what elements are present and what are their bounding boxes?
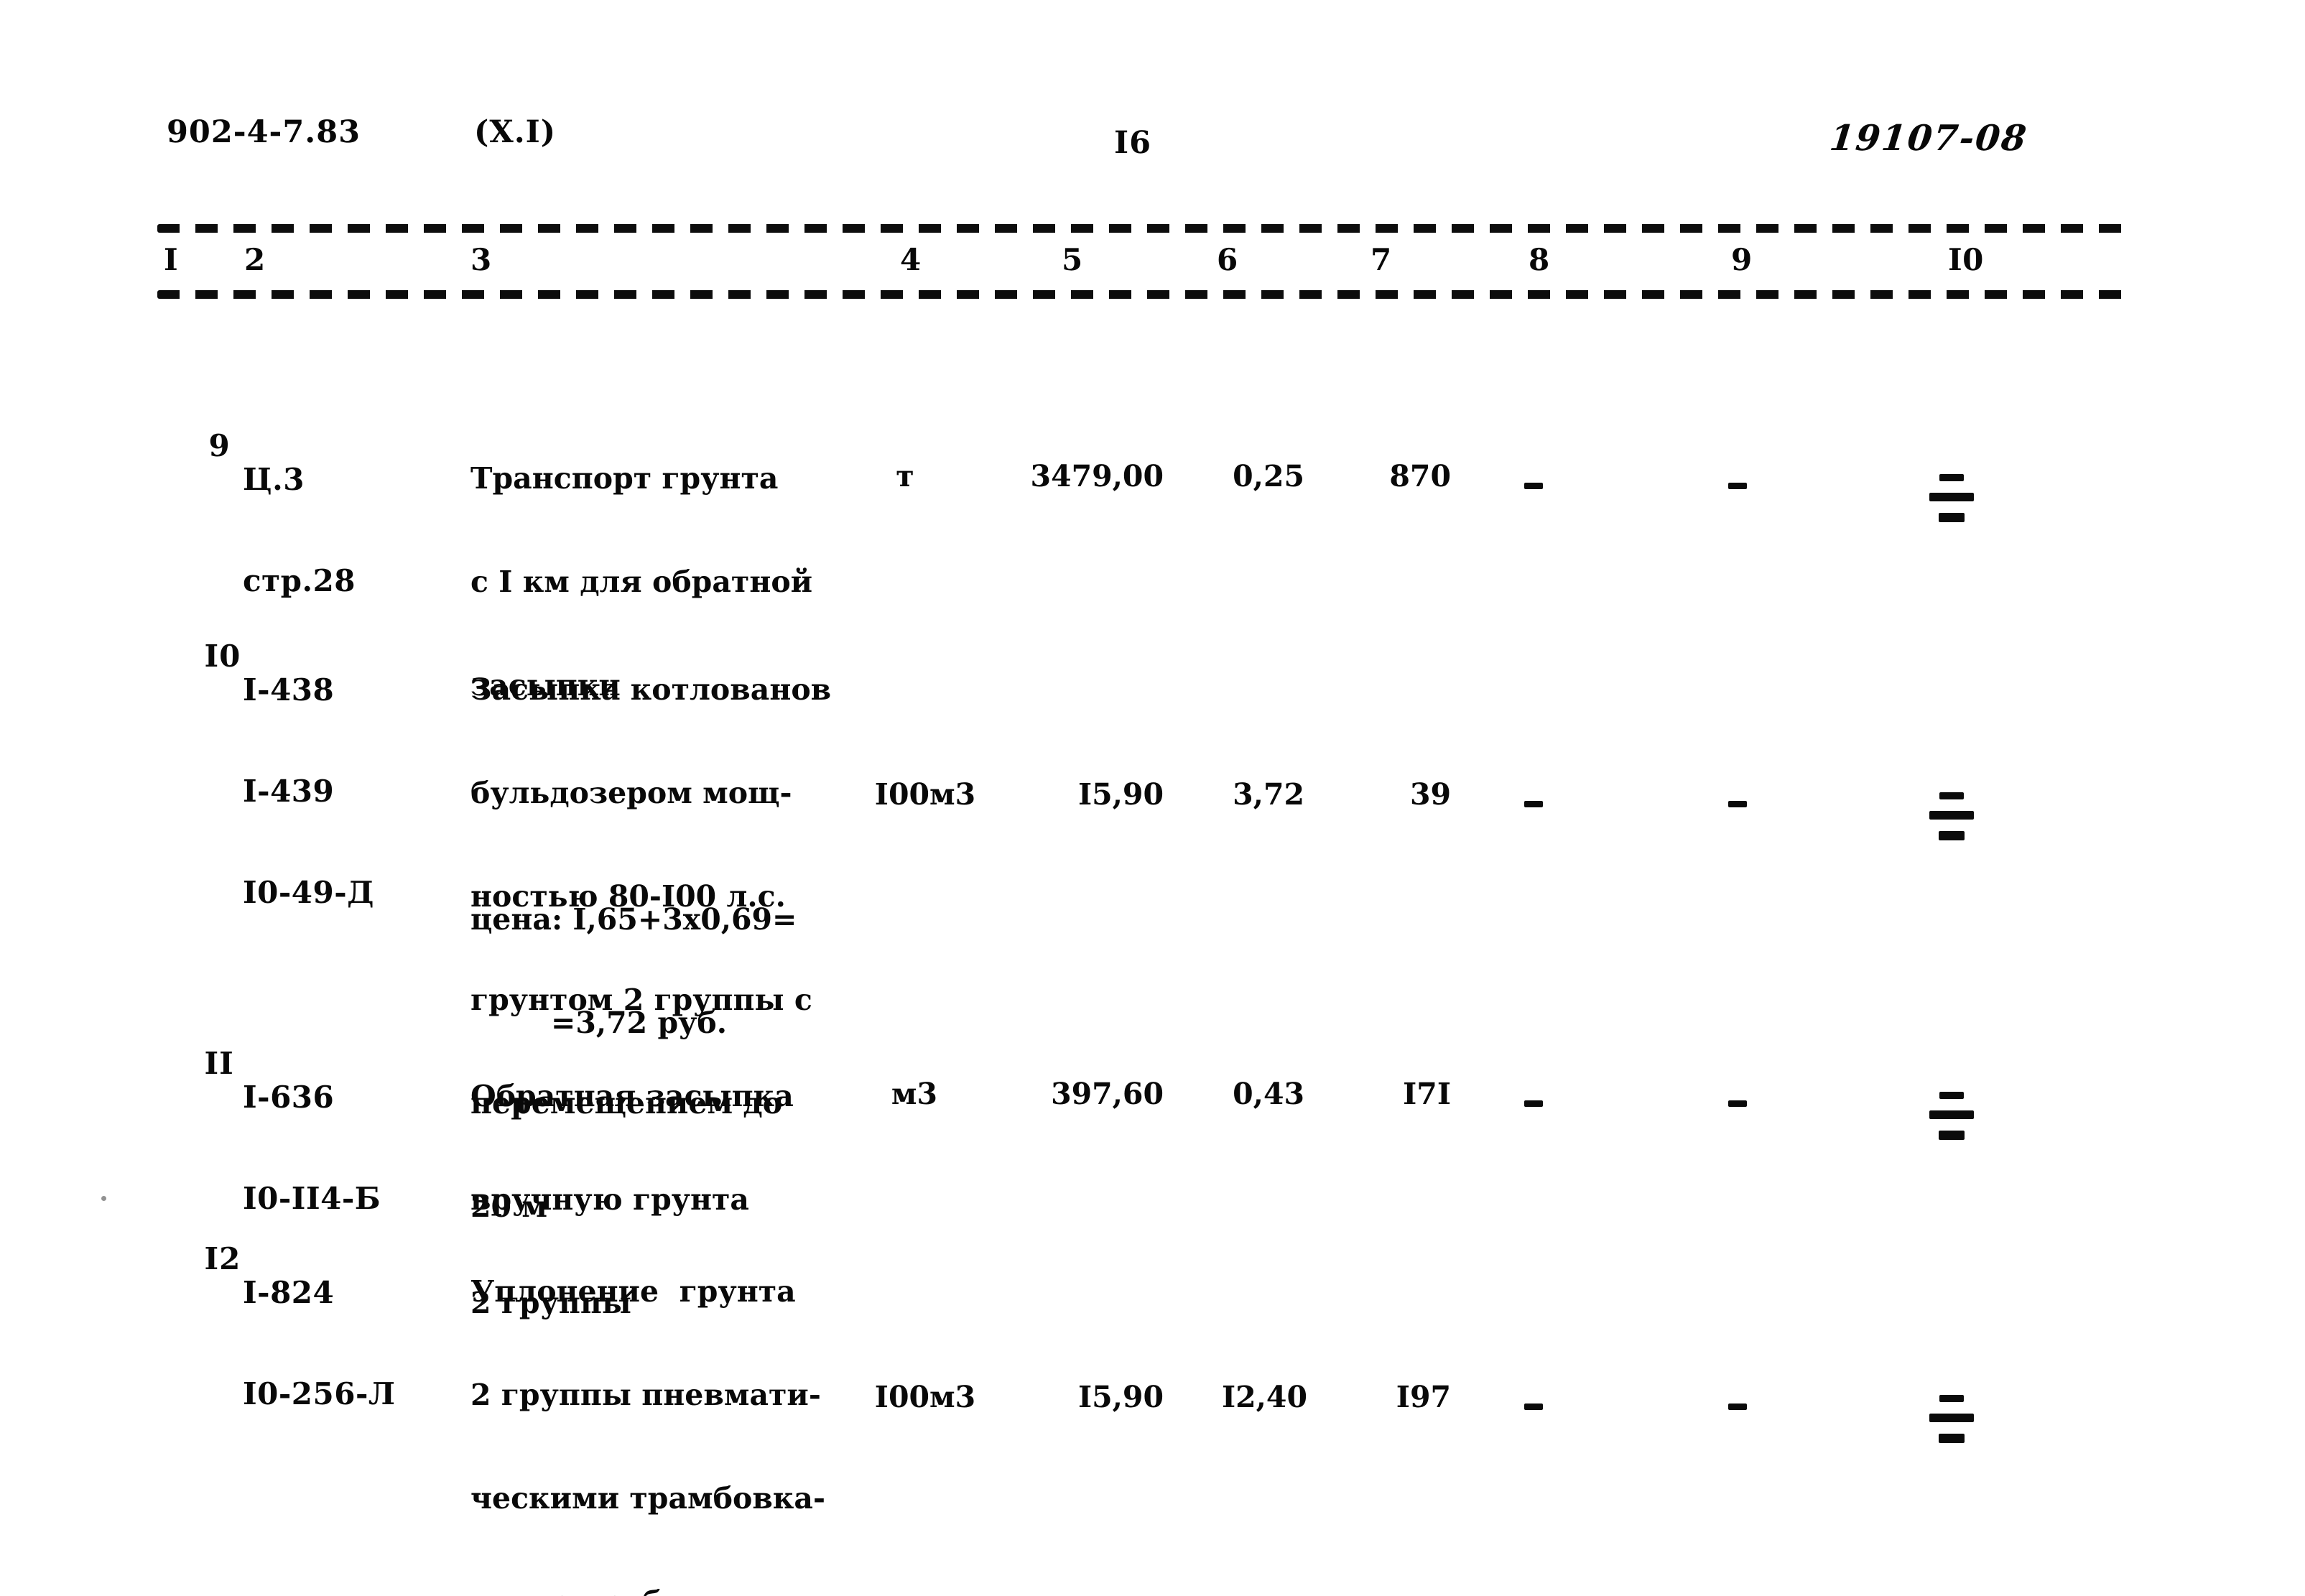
column-header-3: 3	[470, 242, 492, 277]
row-unit-price: 0,43	[1233, 1077, 1304, 1111]
row-description: Уплонение грунта 2 группы пневмати- ческ…	[470, 1205, 878, 1596]
row-unit: м3	[891, 1077, 938, 1111]
description-line: с I км для обратной	[470, 565, 813, 599]
row-unit-price: I2,40	[1221, 1380, 1307, 1414]
column-header-2: 2	[244, 242, 266, 277]
table-row: I0	[159, 606, 241, 707]
row-code-line: I-636	[243, 1080, 335, 1115]
description-line: Транспорт грунта	[470, 461, 779, 496]
row-total: I7I	[1403, 1077, 1451, 1111]
row-code-block: I-438 I-439 I0-49-Д	[243, 606, 374, 977]
table-rule-bottom	[157, 290, 2133, 299]
row-total: I97	[1396, 1380, 1451, 1414]
row-col10-empty-mark	[1926, 792, 1977, 848]
row-unit: т	[896, 459, 914, 493]
row-code-line: I0-49-Д	[243, 875, 375, 910]
row-col9-empty-mark	[1728, 483, 1747, 489]
row-unit-price: 0,25	[1233, 459, 1304, 493]
column-header-8: 8	[1529, 242, 1550, 277]
description-line: Обратная засыпка	[470, 1079, 794, 1113]
row-col9-empty-mark	[1728, 1404, 1747, 1410]
document-series-code: 902-4-7.83	[167, 114, 361, 150]
description-line: ми при работе от	[470, 1585, 878, 1596]
row-quantity: I5,90	[1077, 1380, 1164, 1414]
table-rule-top	[157, 224, 2133, 233]
description-line: Уплонение грунта	[470, 1274, 796, 1309]
row-col10-empty-mark	[1926, 1395, 1977, 1451]
column-header-4: 4	[900, 242, 922, 277]
row-unit-price: 3,72	[1233, 777, 1304, 812]
row-col10-empty-mark	[1926, 474, 1977, 530]
row-unit: I00м3	[874, 1380, 976, 1414]
table-row: 9	[164, 395, 231, 496]
row-total: 870	[1389, 459, 1451, 493]
document-page: 902-4-7.83 (X.I) I6 19107-08 I 2 3 4 5 6…	[0, 0, 2305, 1596]
sheet-stamp: 19107-08	[1827, 117, 2030, 159]
row-quantity: I5,90	[1077, 777, 1164, 812]
column-header-1: I	[164, 242, 179, 277]
row-code-line: I-438	[243, 672, 335, 707]
column-header-6: 6	[1217, 242, 1238, 277]
table-row: II	[159, 1013, 234, 1114]
row-code-line: стр.28	[243, 563, 356, 598]
row-col8-empty-mark	[1524, 1404, 1543, 1410]
document-section-marker: (X.I)	[474, 114, 557, 150]
row-col9-empty-mark	[1728, 801, 1747, 807]
description-line: ческими трамбовка-	[470, 1481, 826, 1516]
column-header-5: 5	[1062, 242, 1083, 277]
row-col8-empty-mark	[1524, 483, 1543, 489]
row-quantity: 3479,00	[1030, 459, 1164, 493]
row-number: II	[204, 1046, 234, 1081]
scan-speck	[101, 1196, 106, 1201]
row-number: I0	[204, 639, 241, 674]
row-unit: I00м3	[874, 777, 976, 812]
row-col9-empty-mark	[1728, 1100, 1747, 1107]
row-code-line: I0-256-Л	[243, 1376, 396, 1411]
description-line: 2 группы пневмати-	[470, 1378, 821, 1412]
row-number: 9	[208, 428, 231, 463]
row-code-line: Ц.3	[243, 462, 305, 497]
row-col10-empty-mark	[1926, 1092, 1977, 1148]
column-header-9: 9	[1731, 242, 1753, 277]
description-line: Засыпка котлованов	[470, 672, 832, 707]
row-col8-empty-mark	[1524, 1100, 1543, 1107]
column-header-7: 7	[1371, 242, 1392, 277]
row-total: 39	[1409, 777, 1451, 812]
description-line: бульдозером мощ-	[470, 776, 792, 810]
table-row: I2	[159, 1208, 241, 1309]
row-col8-empty-mark	[1524, 801, 1543, 807]
row-code-block: I-824 I0-256-Л	[243, 1208, 396, 1478]
row-code-line: I-439	[243, 774, 335, 809]
column-header-10: I0	[1948, 242, 1984, 277]
row-quantity: 397,60	[1051, 1077, 1164, 1111]
page-number: I6	[1114, 125, 1152, 161]
price-note-line: цена: I,65+3x0,69=	[470, 902, 797, 937]
row-code-line: I-824	[243, 1275, 335, 1310]
row-number: I2	[204, 1241, 241, 1276]
